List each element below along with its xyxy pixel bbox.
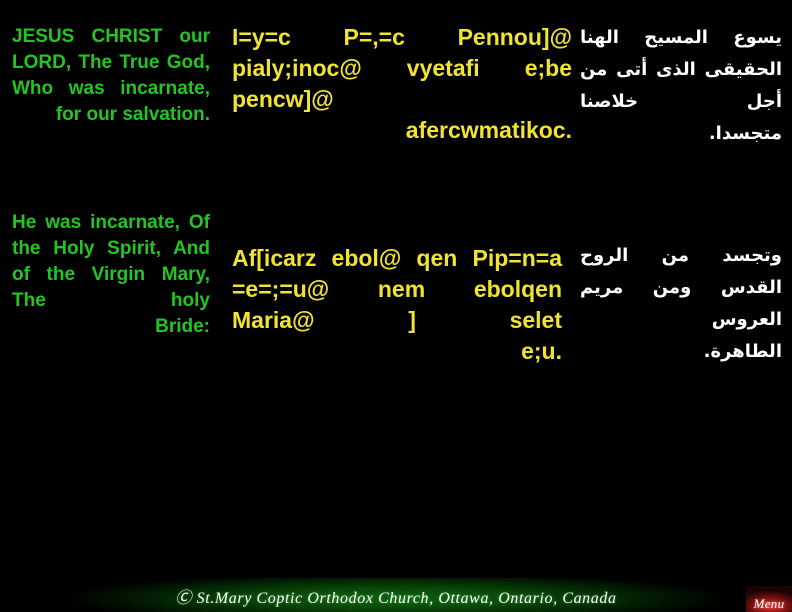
coptic-block-2-line-1: Af[icarz ebol@ qen Pip=n=a =e=;=u@ nem e… xyxy=(232,245,562,333)
coptic-text-block-2: Af[icarz ebol@ qen Pip=n=a =e=;=u@ nem e… xyxy=(232,243,562,367)
english-block-2-line-2: Bride: xyxy=(155,316,210,337)
arabic-text-block-2: وتجسد من الروح القدس ومن مريم العروس الط… xyxy=(580,240,782,368)
english-text-block-2: He was incarnate, Of the Holy Spirit, An… xyxy=(12,210,210,340)
coptic-text-block-1: I=y=c P=,=c Pennou]@ pialy;inoc@ vyetafi… xyxy=(232,22,572,146)
footer-credit: Ⓒ St.Mary Coptic Orthodox Church, Ottawa… xyxy=(0,584,792,608)
arabic-block-2-line-1: وتجسد من الروح القدس ومن مريم العروس xyxy=(580,245,782,330)
arabic-block-2-line-2: الطاهرة. xyxy=(703,341,782,362)
english-block-2-line-1: He was incarnate, Of the Holy Spirit, An… xyxy=(12,212,210,311)
coptic-block-1-line-2: afercwmatikoc. xyxy=(405,117,572,143)
arabic-block-1-line-1: يسوع المسيح الهنا الحقيقى الذى أتى من أج… xyxy=(580,27,782,112)
menu-button[interactable]: Menu xyxy=(746,586,792,612)
coptic-block-1-line-1: I=y=c P=,=c Pennou]@ pialy;inoc@ vyetafi… xyxy=(232,24,572,112)
english-block-1-line-2: for our salvation. xyxy=(55,104,210,125)
english-block-1-line-1: JESUS CHRIST our LORD, The True God, Who… xyxy=(12,26,210,99)
coptic-block-2-line-2: e;u. xyxy=(521,338,562,364)
arabic-text-block-1: يسوع المسيح الهنا الحقيقى الذى أتى من أج… xyxy=(580,22,782,150)
slide-canvas: JESUS CHRIST our LORD, The True God, Who… xyxy=(0,0,792,612)
english-text-block-1: JESUS CHRIST our LORD, The True God, Who… xyxy=(12,24,210,128)
copyright-icon: Ⓒ xyxy=(175,590,193,607)
arabic-block-1-line-2: متجسدا. xyxy=(708,123,782,144)
menu-button-label: Menu xyxy=(753,596,785,611)
footer-credit-text: St.Mary Coptic Orthodox Church, Ottawa, … xyxy=(196,590,617,607)
